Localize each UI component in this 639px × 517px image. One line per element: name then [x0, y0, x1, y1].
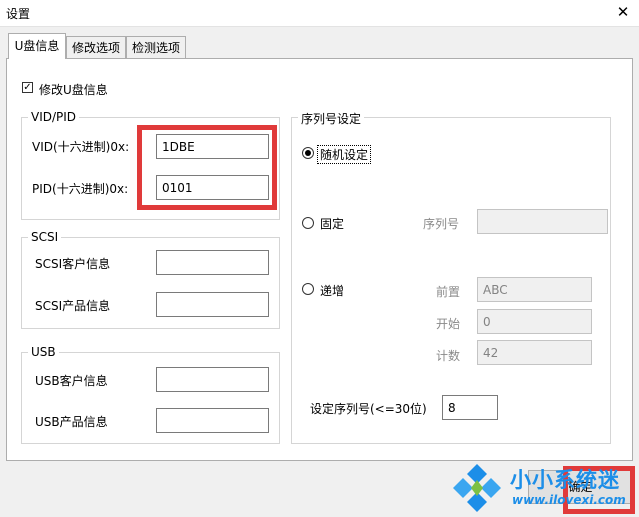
serial-input[interactable] — [477, 209, 608, 234]
usb-group-title: USB — [28, 345, 59, 359]
vid-label: VID(十六进制)0x: — [32, 140, 130, 154]
scsi-product-input[interactable] — [156, 292, 269, 317]
serial-length-input[interactable]: 8 — [442, 395, 498, 420]
serial-group-title: 序列号设定 — [298, 110, 365, 127]
fixed-radio[interactable] — [302, 217, 314, 229]
radio-selected-dot — [305, 150, 311, 156]
window-title: 设置 — [6, 7, 31, 21]
fixed-radio-label: 固定 — [320, 217, 345, 231]
random-radio-label: 随机设定 — [317, 145, 372, 164]
pid-label: PID(十六进制)0x: — [32, 182, 129, 196]
increment-radio-label: 递增 — [320, 284, 345, 298]
prefix-input[interactable]: ABC — [477, 277, 592, 302]
modify-checkbox[interactable]: ✓ — [22, 82, 33, 93]
start-input[interactable]: 0 — [477, 309, 592, 334]
usb-product-label: USB产品信息 — [35, 415, 108, 429]
title-bar: 设置 ✕ — [0, 0, 639, 27]
scsi-product-label: SCSI产品信息 — [35, 299, 111, 313]
tab-modify-options[interactable]: 修改选项 — [66, 36, 126, 58]
start-label: 开始 — [436, 317, 461, 331]
increment-radio[interactable] — [302, 283, 314, 295]
close-icon[interactable]: ✕ — [612, 2, 634, 22]
watermark-logo-icon — [449, 462, 505, 514]
count-label: 计数 — [436, 349, 461, 363]
tab-detect-options[interactable]: 检测选项 — [126, 36, 186, 58]
scsi-vendor-label: SCSI客户信息 — [35, 257, 111, 271]
count-input[interactable]: 42 — [477, 340, 592, 365]
prefix-label: 前置 — [436, 285, 461, 299]
tab-u-disk-info[interactable]: U盘信息 — [8, 33, 66, 59]
usb-vendor-label: USB客户信息 — [35, 374, 108, 388]
scsi-group-title: SCSI — [28, 230, 62, 244]
scsi-vendor-input[interactable] — [156, 250, 269, 275]
random-radio[interactable] — [302, 147, 314, 159]
vidpid-group-title: VID/PID — [28, 110, 80, 124]
modify-checkbox-label: 修改U盘信息 — [39, 83, 108, 97]
vidpid-highlight-box — [137, 125, 277, 210]
watermark-url: www.ilovexi.com — [512, 493, 626, 507]
serial-label: 序列号 — [423, 217, 460, 231]
usb-product-input[interactable] — [156, 408, 269, 433]
watermark-title: 小小系统迷 — [510, 468, 620, 492]
serial-length-label: 设定序列号(<=30位) — [310, 402, 427, 416]
usb-vendor-input[interactable] — [156, 367, 269, 392]
